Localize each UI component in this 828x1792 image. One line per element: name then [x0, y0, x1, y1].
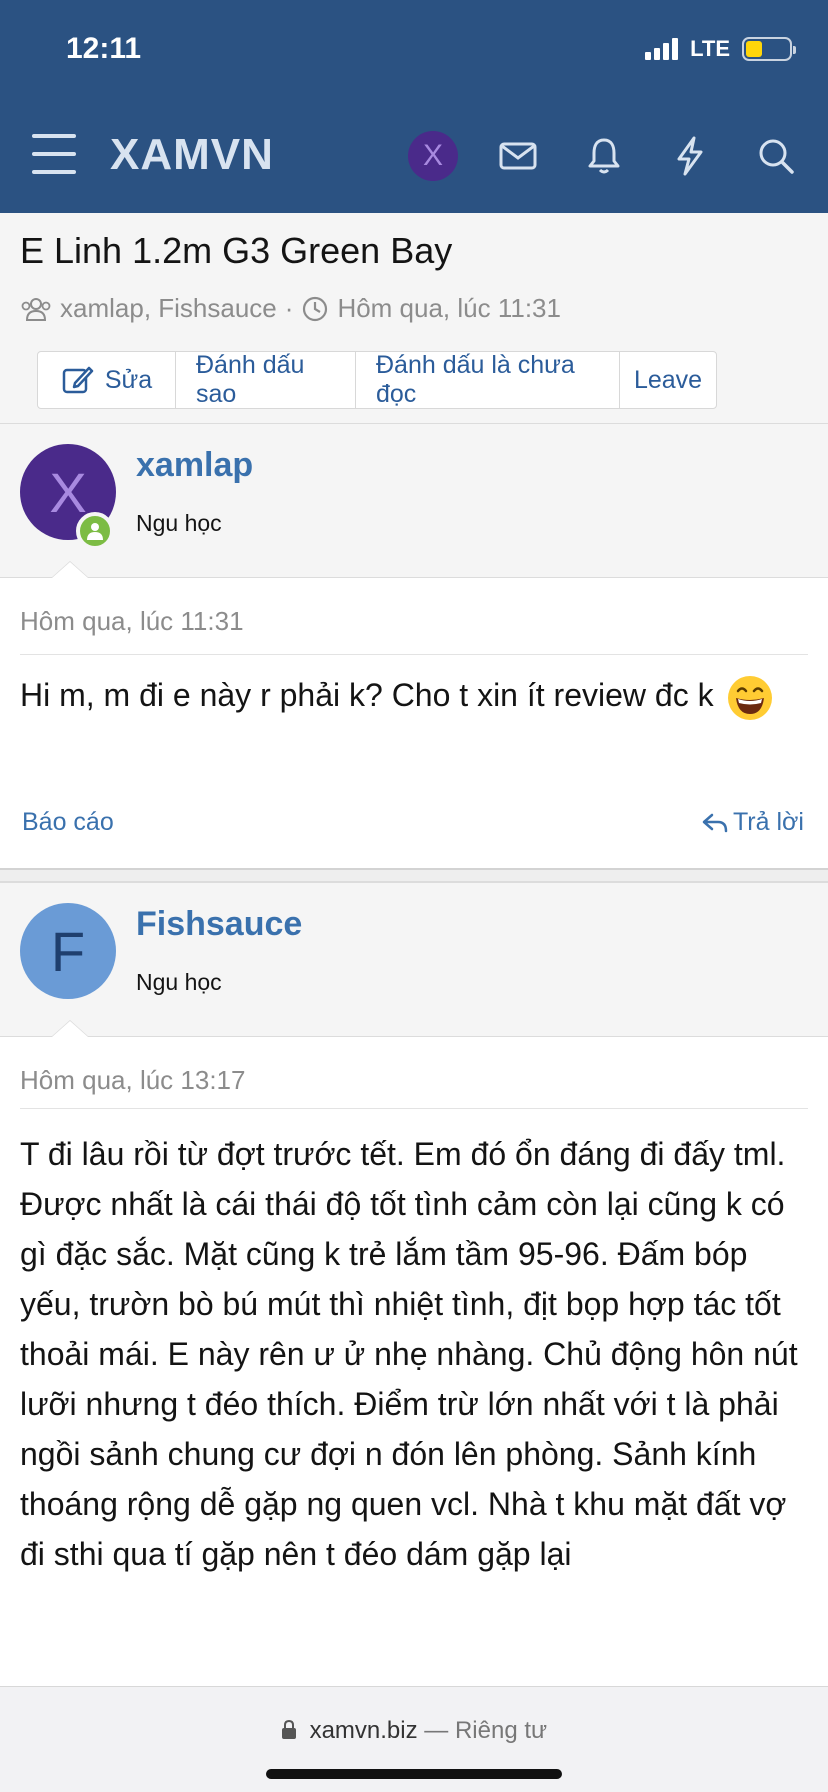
app-header: 12:11 LTE XAMVN X [0, 0, 828, 213]
thread-meta: xamlap, Fishsauce · Hôm qua, lúc 11:31 [20, 293, 561, 324]
search-icon[interactable] [754, 134, 798, 178]
reply-button[interactable]: Trả lời [701, 808, 804, 837]
post-user-title: Ngu học [136, 969, 222, 995]
account-avatar[interactable]: X [408, 131, 458, 181]
grinning-emoji-icon [728, 675, 773, 720]
post-text: T đi lâu rồi từ đợt trước tết. Em đó ổn … [20, 1136, 798, 1572]
network-label: LTE [690, 36, 730, 61]
inbox-icon[interactable] [496, 134, 540, 178]
thread-header: E Linh 1.2m G3 Green Bay xamlap, Fishsau… [0, 213, 828, 423]
post-body: Hôm qua, lúc 13:17 T đi lâu rồi từ đợt t… [0, 1037, 828, 1686]
thread-participants[interactable]: xamlap, Fishsauce [60, 293, 277, 324]
user-avatar[interactable]: F [20, 903, 116, 999]
status-time: 12:11 [66, 32, 142, 65]
menu-icon[interactable] [32, 134, 76, 174]
site-logo[interactable]: XAMVN [110, 130, 274, 180]
post-date[interactable]: Hôm qua, lúc 11:31 [20, 606, 244, 637]
post-actions: Báo cáo Trả lời [22, 808, 804, 837]
edit-label: Sửa [104, 365, 153, 394]
address-bar[interactable]: xamvn.biz — Riêng tư [0, 1717, 828, 1745]
online-status-icon [76, 512, 114, 550]
reply-label: Trả lời [732, 808, 804, 836]
edit-icon [62, 366, 94, 394]
status-bar: 12:11 LTE [0, 0, 828, 100]
mark-unread-button[interactable]: Đánh dấu là chưa đọc [356, 351, 620, 408]
post-text: Hi m, m đi e này r phải k? Cho t xin ít … [20, 677, 714, 713]
leave-button[interactable]: Leave [620, 352, 716, 408]
status-indicators: LTE [645, 36, 796, 62]
post-user-title: Ngu học [136, 510, 222, 536]
thread-date: Hôm qua, lúc 11:31 [337, 293, 561, 323]
post-message: Hi m, m đi e này r phải k? Cho t xin ít … [20, 670, 800, 722]
thread-actions: Sửa Đánh dấu sao Đánh dấu là chưa đọc Le… [37, 351, 717, 409]
thread-title: E Linh 1.2m G3 Green Bay [20, 230, 453, 271]
reply-icon [702, 813, 728, 832]
post-body: Hôm qua, lúc 11:31 Hi m, m đi e này r ph… [0, 578, 828, 868]
post-user-panel: F Fishsauce Ngu học [0, 882, 828, 1037]
edit-button[interactable]: Sửa [38, 352, 176, 408]
signal-icon [645, 38, 679, 60]
private-mode-label: Riêng tư [454, 1717, 548, 1744]
post-separator [0, 868, 828, 882]
lock-icon [281, 1719, 296, 1739]
star-button[interactable]: Đánh dấu sao [176, 351, 356, 408]
post-user-panel: X xamlap Ngu học [0, 423, 828, 578]
participants-icon [21, 297, 51, 321]
bell-icon[interactable] [582, 134, 626, 178]
nav-bar: XAMVN X [0, 110, 828, 200]
clock-icon [303, 296, 328, 321]
post-username[interactable]: xamlap [136, 446, 253, 485]
post-username[interactable]: Fishsauce [136, 905, 302, 944]
report-link[interactable]: Báo cáo [22, 808, 114, 837]
battery-icon [742, 37, 796, 61]
url-domain: xamvn.biz [309, 1717, 418, 1744]
url-dash: — [424, 1717, 449, 1744]
home-indicator[interactable] [266, 1769, 562, 1779]
browser-bottom-bar: xamvn.biz — Riêng tư [0, 1686, 828, 1792]
post-date[interactable]: Hôm qua, lúc 13:17 [20, 1065, 245, 1096]
meta-separator: · [284, 293, 294, 323]
lightning-icon[interactable] [668, 134, 712, 178]
